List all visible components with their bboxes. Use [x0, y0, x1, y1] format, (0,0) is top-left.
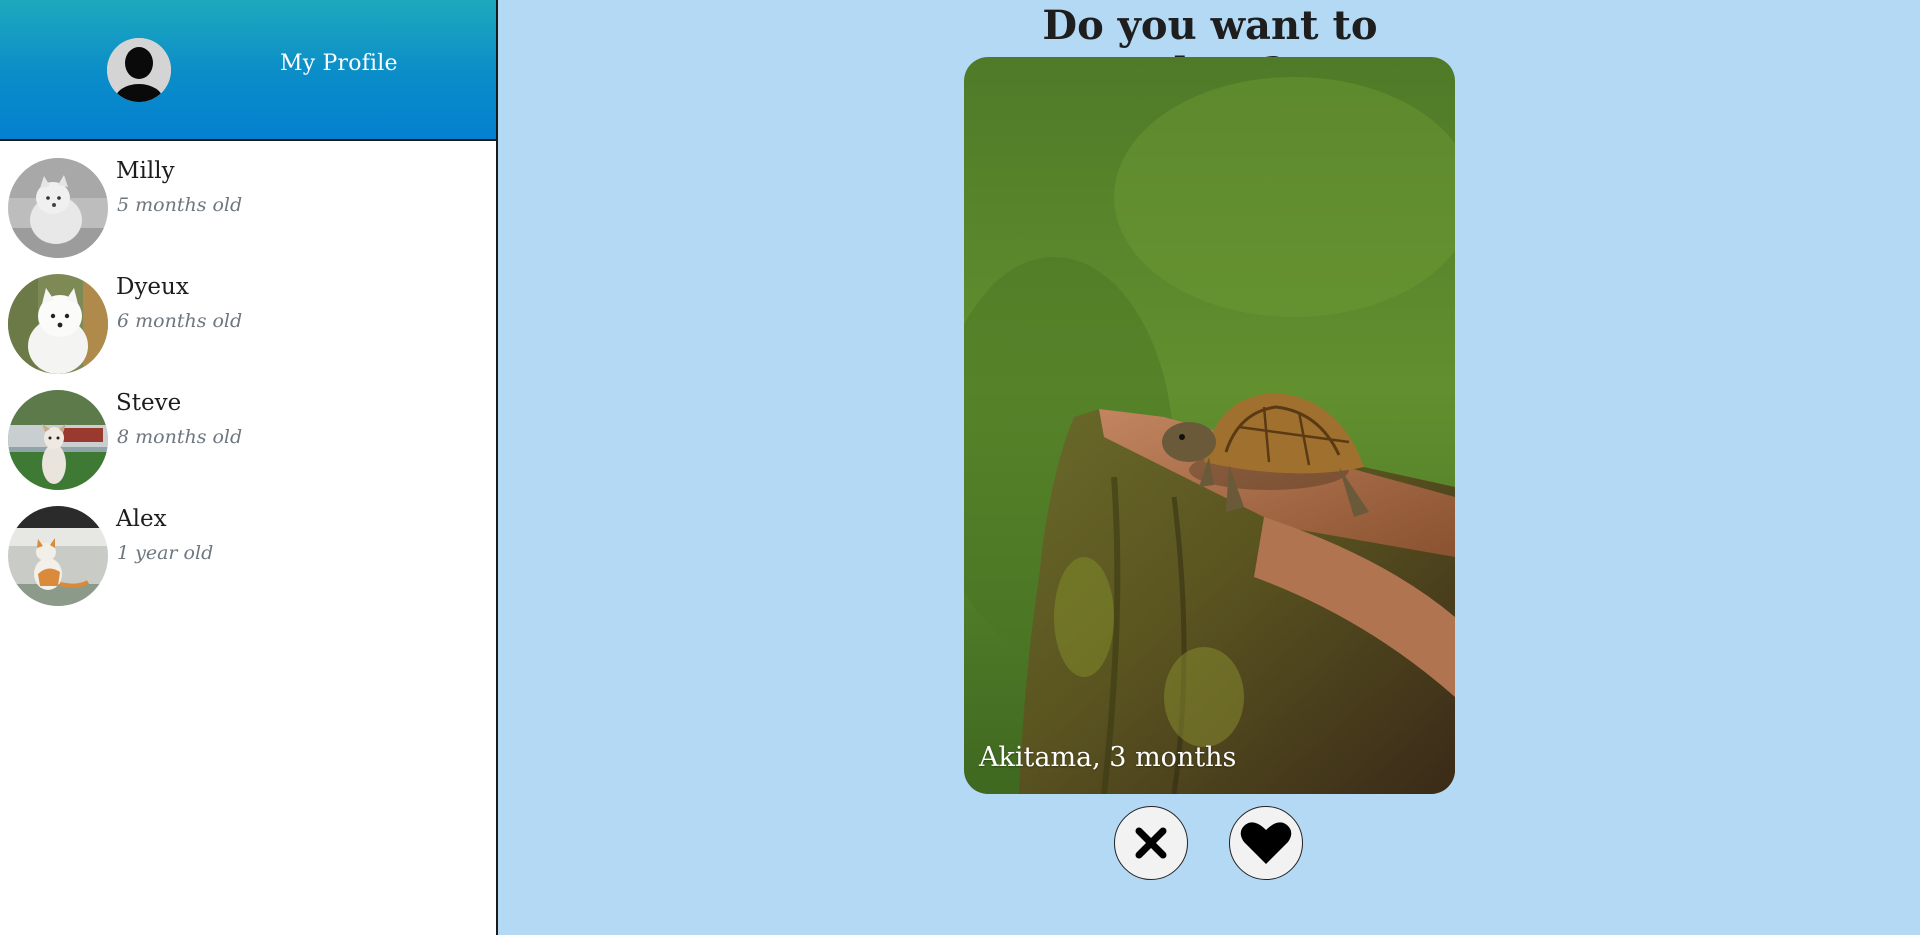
reject-button[interactable]	[1114, 806, 1188, 880]
pet-name: Alex	[116, 506, 167, 532]
close-icon	[1135, 827, 1167, 859]
pet-name: Dyeux	[116, 274, 189, 300]
pet-list-item-steve[interactable]: Steve 8 months old	[8, 390, 488, 492]
pet-list-item-alex[interactable]: Alex 1 year old	[8, 506, 488, 608]
pet-photo	[8, 158, 108, 258]
sidebar: My Profile Milly 5 months old Dyeux 6 mo…	[0, 0, 498, 935]
pet-name: Steve	[116, 390, 182, 416]
pet-list-item-milly[interactable]: Milly 5 months old	[8, 158, 488, 260]
pet-age: 8 months old	[117, 426, 243, 448]
pet-age: 6 months old	[117, 310, 243, 332]
pet-name: Milly	[116, 158, 175, 184]
like-button[interactable]	[1229, 806, 1303, 880]
pet-card[interactable]: Akitama, 3 months	[964, 57, 1455, 794]
pet-list-item-dyeux[interactable]: Dyeux 6 months old	[8, 274, 488, 376]
pet-age: 1 year old	[117, 542, 214, 564]
profile-header[interactable]: My Profile	[0, 0, 496, 141]
pet-card-photo	[964, 57, 1455, 794]
avatar[interactable]	[107, 38, 171, 102]
adoption-panel: Do you want to adopt?	[500, 0, 1920, 935]
profile-title[interactable]: My Profile	[280, 51, 398, 76]
pet-age: 5 months old	[117, 194, 243, 216]
heart-icon	[1240, 822, 1292, 864]
pet-photo	[8, 390, 108, 490]
pet-photo	[8, 506, 108, 606]
pet-card-caption: Akitama, 3 months	[979, 742, 1237, 773]
person-icon	[107, 38, 171, 102]
pet-photo	[8, 274, 108, 374]
